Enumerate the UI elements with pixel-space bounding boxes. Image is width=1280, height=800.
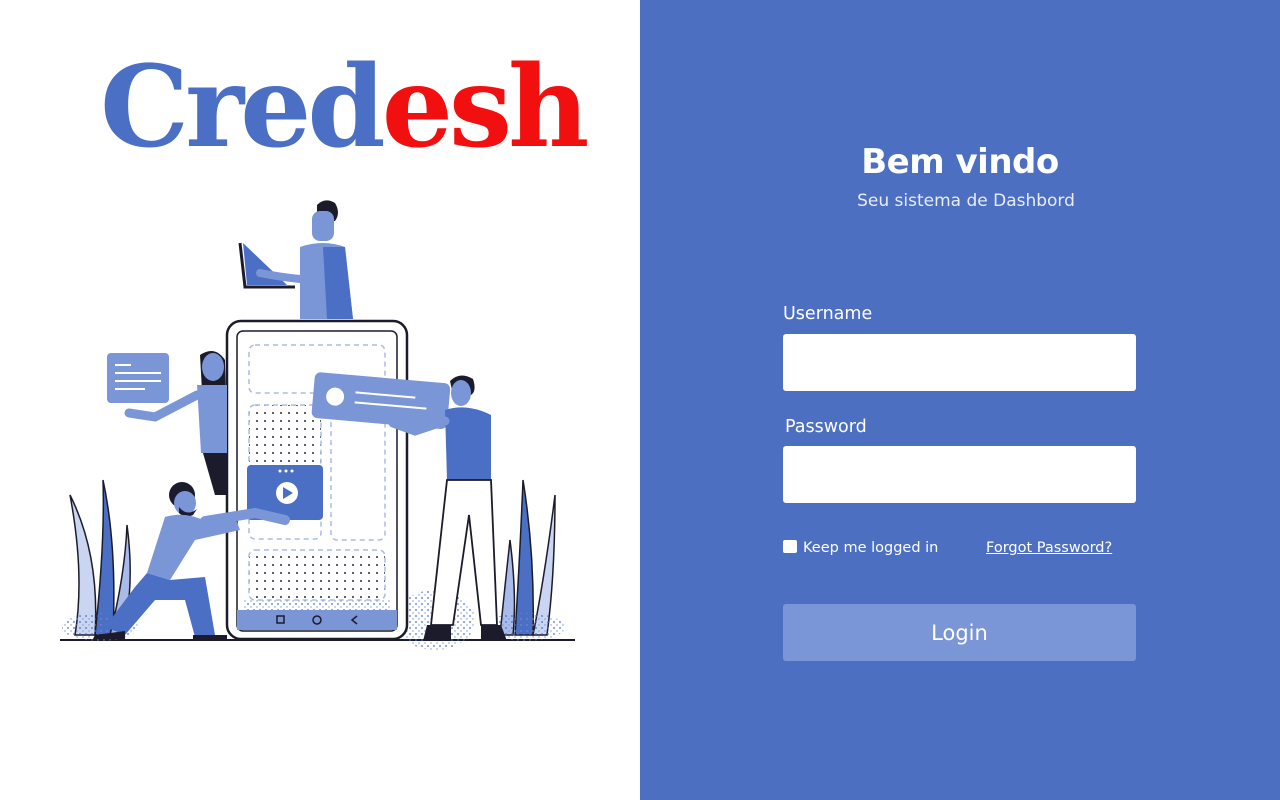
brand-logo: Credesh (100, 52, 589, 164)
welcome-title: Bem vindo (861, 142, 1059, 182)
welcome-subtitle: Seu sistema de Dashbord (857, 191, 1075, 211)
keep-logged-in-checkbox[interactable] (783, 540, 797, 553)
team-phone-illustration (60, 200, 575, 650)
logo-part-red: esh (381, 42, 590, 173)
password-label: Password (785, 417, 867, 437)
login-button[interactable]: Login (783, 604, 1136, 661)
brand-panel: Credesh (0, 0, 640, 800)
remember-row: Keep me logged in Forgot Password? (783, 539, 1136, 561)
username-input[interactable] (783, 334, 1136, 391)
logo-part-blue: Cred (100, 42, 386, 173)
forgot-password-link[interactable]: Forgot Password? (986, 540, 1112, 556)
login-panel: Bem vindo Seu sistema de Dashbord Userna… (640, 0, 1280, 800)
username-label: Username (783, 304, 873, 324)
keep-logged-in-label: Keep me logged in (803, 540, 939, 556)
password-input[interactable] (783, 446, 1136, 503)
